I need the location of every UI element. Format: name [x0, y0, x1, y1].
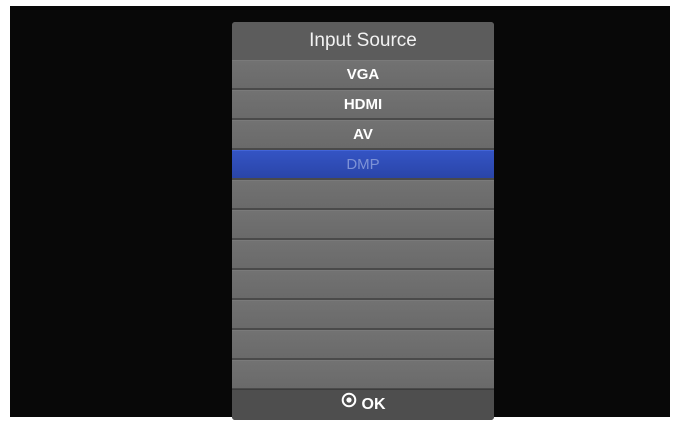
input-source-list: VGA HDMI AV DMP: [232, 60, 494, 390]
ok-label: OK: [361, 396, 386, 413]
empty-list-row: [232, 180, 494, 208]
source-item-dmp[interactable]: DMP: [232, 150, 494, 178]
empty-list-row: [232, 270, 494, 298]
ok-circle-icon: [341, 389, 357, 419]
source-item-av[interactable]: AV: [232, 120, 494, 148]
empty-list-row: [232, 330, 494, 358]
empty-list-row: [232, 240, 494, 268]
tv-screen: Input Source VGA HDMI AV DMP OK: [10, 6, 670, 420]
source-item-vga[interactable]: VGA: [232, 60, 494, 88]
dialog-title: Input Source: [232, 22, 494, 60]
ok-button[interactable]: OK: [232, 389, 494, 420]
empty-list-row: [232, 360, 494, 388]
source-item-hdmi[interactable]: HDMI: [232, 90, 494, 118]
empty-list-row: [232, 210, 494, 238]
empty-list-row: [232, 300, 494, 328]
input-source-dialog: Input Source VGA HDMI AV DMP OK: [232, 22, 494, 420]
